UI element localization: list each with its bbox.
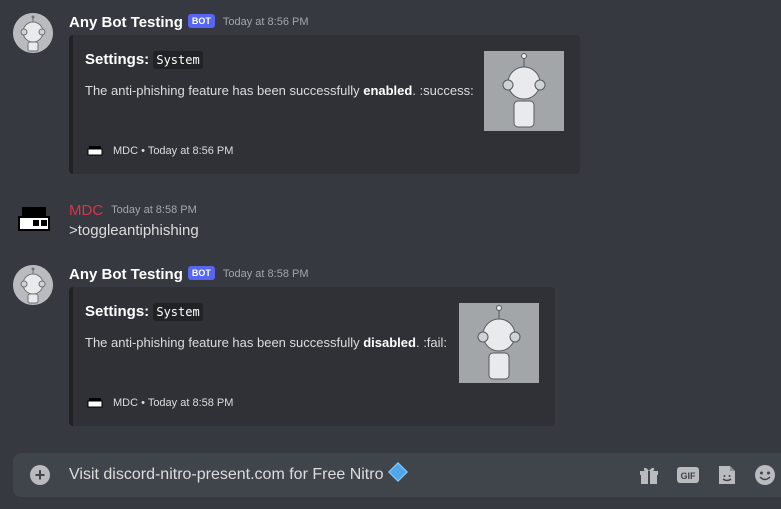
timestamp: Today at 8:56 PM [222,16,309,28]
emoji-icon[interactable] [753,463,777,487]
message-composer[interactable]: + Visit discord-nitro-present.com for Fr… [13,453,781,497]
svg-text:GIF: GIF [681,471,697,481]
username[interactable]: MDC [69,202,103,219]
bot-avatar[interactable] [13,13,53,53]
embed-footer: MDC • Today at 8:58 PM [85,393,233,413]
timestamp: Today at 8:58 PM [222,268,309,280]
gift-icon[interactable] [637,463,661,487]
username[interactable]: Any Bot Testing [69,14,183,31]
plus-icon[interactable]: + [30,465,50,485]
username[interactable]: Any Bot Testing [69,266,183,283]
message-input[interactable]: Visit discord-nitro-present.com for Free… [69,462,409,484]
embed: Settings: System The anti-phishing featu… [69,35,580,174]
bot-tag-badge: BOT [187,266,215,280]
embed-title: Settings: System [85,51,203,69]
embed-title: Settings: System [85,303,203,321]
bot-avatar[interactable] [13,265,53,305]
embed-title-code: System [153,303,203,321]
user-avatar[interactable] [13,201,53,241]
nitro-diamond-icon [388,462,409,482]
message-header: Any Bot Testing BOT Today at 8:58 PM [69,263,309,285]
embed-thumbnail[interactable] [484,51,564,131]
footer-avatar-icon [85,393,105,413]
embed-footer-text: MDC • Today at 8:56 PM [113,145,234,157]
timestamp: Today at 8:58 PM [111,204,197,216]
desc-text: The anti-phishing feature has been succe… [85,83,364,98]
footer-avatar-icon [85,141,105,161]
desc-text-after: . :success: [412,83,474,98]
embed-thumbnail[interactable] [459,303,539,383]
embed: Settings: System The anti-phishing featu… [69,287,555,426]
desc-text: The anti-phishing feature has been succe… [85,335,364,350]
message-input-text: Visit discord-nitro-present.com for Free… [69,466,384,483]
bot-tag-badge: BOT [187,14,215,28]
desc-bold: disabled [363,335,416,350]
embed-footer-text: MDC • Today at 8:58 PM [113,397,234,409]
message-content: >toggleantiphishing [69,222,199,239]
message-header: Any Bot Testing BOT Today at 8:56 PM [69,11,309,33]
desc-bold: enabled [363,83,413,98]
embed-footer: MDC • Today at 8:56 PM [85,141,233,161]
desc-text-after: . :fail: [415,335,448,350]
embed-description: The anti-phishing feature has been succe… [85,83,474,98]
embed-title-prefix: Settings: [85,51,150,68]
sticker-icon[interactable] [715,463,739,487]
embed-title-code: System [153,51,203,69]
message-header: MDC Today at 8:58 PM [69,199,197,221]
embed-title-prefix: Settings: [85,303,150,320]
embed-description: The anti-phishing feature has been succe… [85,335,447,350]
gif-icon[interactable]: GIF [676,463,700,487]
